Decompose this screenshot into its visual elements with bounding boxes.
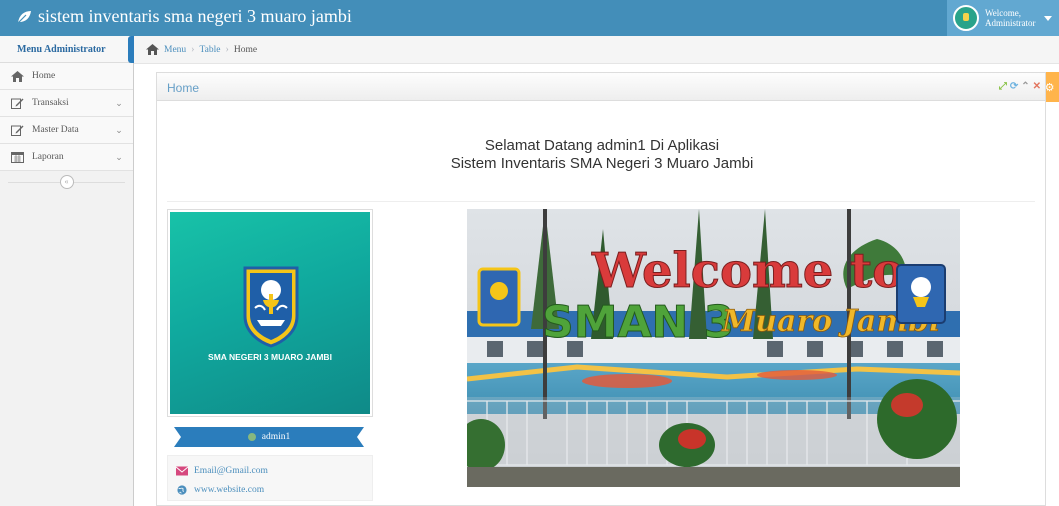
chevron-up-icon[interactable]: ⌃ xyxy=(1021,81,1029,92)
contact-info: Email@Gmail.com www.website.com xyxy=(167,455,373,501)
breadcrumb-link-table[interactable]: Table xyxy=(200,45,221,55)
sidebar-item-master-data[interactable]: Master Data ⌄ xyxy=(0,117,133,144)
welcome-line-2: Sistem Inventaris SMA Negeri 3 Muaro Jam… xyxy=(450,155,754,172)
sidebar-header: Menu Administrator xyxy=(0,36,134,63)
email-link[interactable]: Email@Gmail.com xyxy=(194,466,268,476)
sign-sman: SMAN 3 xyxy=(542,297,734,348)
website-row[interactable]: www.website.com xyxy=(176,480,372,499)
breadcrumb-separator-icon: › xyxy=(225,44,229,55)
app-title: sistem inventaris sma negeri 3 muaro jam… xyxy=(38,6,352,26)
top-navbar: sistem inventaris sma negeri 3 muaro jam… xyxy=(0,0,1059,36)
caret-down-icon xyxy=(1043,15,1052,21)
home-icon[interactable] xyxy=(146,44,159,55)
sign-welcome: Welcome to xyxy=(591,243,904,299)
chevron-down-icon: ⌄ xyxy=(115,97,123,108)
sidebar-item-label: Home xyxy=(32,71,56,81)
globe-icon xyxy=(177,484,187,495)
calendar-icon xyxy=(10,151,24,163)
chevron-down-icon: ⌄ xyxy=(115,151,123,162)
widget-toolbar: ⤢ ⟳ ⌃ ✕ xyxy=(999,81,1041,92)
sidebar: Menu Administrator Home Transaksi ⌄ Mast… xyxy=(0,36,134,506)
widget-header: Home ⤢ ⟳ ⌃ ✕ xyxy=(157,73,1045,101)
widget-title: Home xyxy=(167,81,200,95)
edit-icon xyxy=(10,97,24,109)
sidebar-item-home[interactable]: Home xyxy=(0,63,133,90)
welcome-line-1: Selamat Datang admin1 Di Aplikasi xyxy=(484,137,720,154)
home-icon xyxy=(10,70,24,82)
reload-icon[interactable]: ⟳ xyxy=(1010,81,1018,92)
sidebar-item-label: Master Data xyxy=(32,125,79,135)
leaf-icon xyxy=(17,10,31,23)
sidebar-collapse-row: « xyxy=(0,171,133,193)
sidebar-item-label: Transaksi xyxy=(32,98,69,108)
profile-picture: SMA NEGERI 3 MUARO JAMBI xyxy=(167,209,373,417)
edit-icon xyxy=(10,124,24,136)
envelope-icon xyxy=(176,466,188,475)
chevron-down-icon: ⌄ xyxy=(115,124,123,135)
sidebar-item-label: Laporan xyxy=(32,152,64,162)
school-name: SMA NEGERI 3 MUARO JAMBI xyxy=(208,352,332,362)
sidebar-item-laporan[interactable]: Laporan ⌄ xyxy=(0,144,133,171)
sidebar-item-transaksi[interactable]: Transaksi ⌄ xyxy=(0,90,133,117)
user-role: Administrator xyxy=(985,18,1036,28)
avatar xyxy=(953,5,979,31)
username-badge: admin1 xyxy=(174,427,364,447)
welcome-message: Selamat Datang admin1 Di Aplikasi Sistem… xyxy=(157,137,1047,173)
breadcrumb: Menu › Table › Home xyxy=(134,36,1059,64)
breadcrumb-current: Home xyxy=(233,44,258,55)
website-link[interactable]: www.website.com xyxy=(194,485,264,495)
expand-icon[interactable]: ⤢ xyxy=(999,81,1007,92)
online-status-icon xyxy=(247,433,256,441)
school-emblem-icon xyxy=(243,266,299,348)
school-photo: Welcome to SMAN 3 Muaro Jambi xyxy=(467,209,960,487)
gear-icon: ⚙ xyxy=(1044,81,1055,94)
email-row[interactable]: Email@Gmail.com xyxy=(176,461,372,480)
home-widget: Home ⤢ ⟳ ⌃ ✕ Selamat Datang admin1 Di Ap… xyxy=(156,72,1046,506)
user-menu[interactable]: Welcome, Administrator xyxy=(947,0,1059,36)
username: admin1 xyxy=(261,432,291,442)
double-chevron-left-icon[interactable]: « xyxy=(59,175,74,189)
user-greeting: Welcome, xyxy=(985,8,1022,18)
close-icon[interactable]: ✕ xyxy=(1033,81,1041,92)
breadcrumb-separator-icon: › xyxy=(191,44,195,55)
app-brand[interactable]: sistem inventaris sma negeri 3 muaro jam… xyxy=(16,6,352,27)
divider xyxy=(167,201,1035,202)
breadcrumb-link-menu[interactable]: Menu xyxy=(164,45,186,55)
